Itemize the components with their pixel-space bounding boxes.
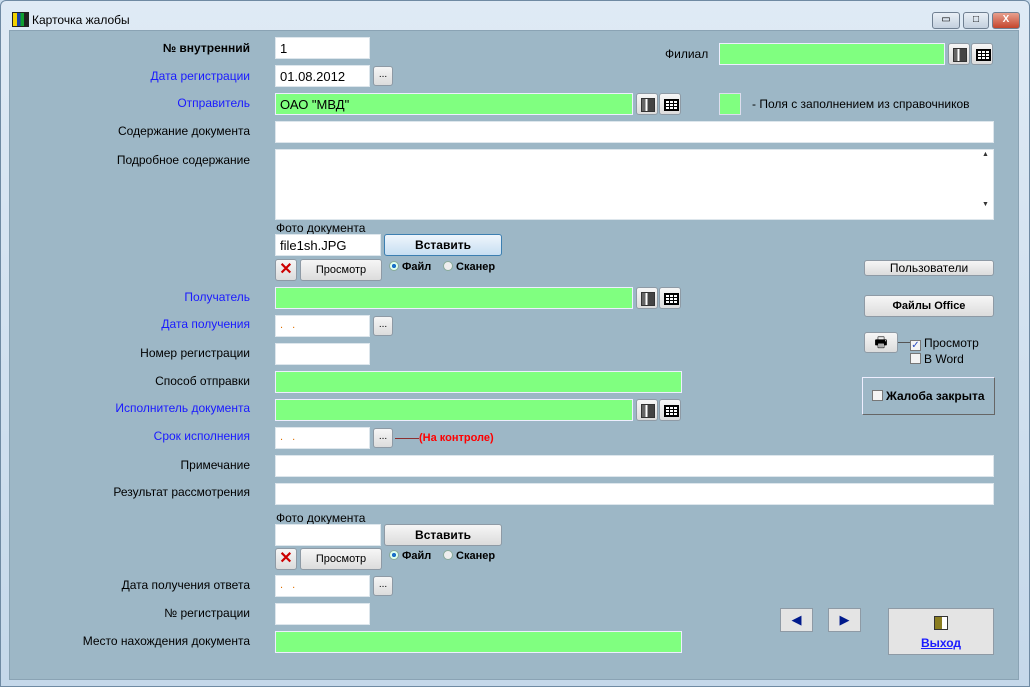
photo1-label: Фото документа xyxy=(276,221,366,235)
deadline-label[interactable]: Срок исполнения xyxy=(154,429,250,443)
branch-label: Филиал xyxy=(665,47,709,61)
office-files-button[interactable]: Файлы Office xyxy=(864,295,994,317)
preview-checkbox[interactable]: ✓ Просмотр xyxy=(910,336,979,351)
users-button[interactable]: Пользователи xyxy=(864,260,994,276)
note-label: Примечание xyxy=(180,458,250,472)
maximize-button[interactable]: □ xyxy=(963,12,989,29)
photo2-radio-file[interactable]: Файл xyxy=(389,550,431,562)
reg-date-label[interactable]: Дата регистрации xyxy=(151,69,250,83)
reg-date-picker-button[interactable]: ... xyxy=(373,66,393,86)
word-checkbox[interactable]: В Word xyxy=(910,352,964,366)
note-input[interactable] xyxy=(275,455,994,477)
deadline-picker-button[interactable]: ... xyxy=(373,428,393,448)
connector-line xyxy=(395,438,419,439)
complaint-closed-checkbox[interactable]: Жалоба закрыта xyxy=(862,377,995,415)
photo2-file-input[interactable] xyxy=(275,524,381,546)
content-label: Содержание документа xyxy=(118,124,250,138)
recv-date-input[interactable]: . . xyxy=(275,315,370,337)
answer-date-label: Дата получения ответа xyxy=(121,578,250,592)
result-label: Результат рассмотрения xyxy=(113,485,250,499)
content-input[interactable] xyxy=(275,121,994,143)
next-record-button[interactable]: ▶ xyxy=(828,608,861,632)
window-title: Карточка жалобы xyxy=(32,13,130,27)
recipient-input[interactable] xyxy=(275,287,633,309)
photo1-radio-scanner[interactable]: Сканер xyxy=(443,261,495,273)
photo1-insert-button[interactable]: Вставить xyxy=(384,234,502,256)
reg-number-label: Номер регистрации xyxy=(140,346,250,360)
branch-input[interactable] xyxy=(719,43,945,65)
exit-label: Выход xyxy=(920,636,962,650)
recipient-label[interactable]: Получатель xyxy=(184,290,250,304)
table-grid-icon[interactable] xyxy=(659,93,681,115)
send-method-input[interactable] xyxy=(275,371,682,393)
lookup-legend-text: - Поля с заполнением из справочников xyxy=(752,97,970,111)
photo1-delete-x-icon[interactable]: ✕ xyxy=(275,259,297,281)
print-printer-icon[interactable]: 🖶 xyxy=(864,332,898,353)
control-status: (На контроле) xyxy=(419,432,494,444)
directory-book-icon[interactable] xyxy=(636,93,658,115)
prev-record-button[interactable]: ◀ xyxy=(780,608,813,632)
app-books-icon xyxy=(12,12,29,27)
photo2-label: Фото документа xyxy=(276,511,366,525)
answer-date-picker-button[interactable]: ... xyxy=(373,576,393,596)
photo1-radio-file[interactable]: Файл xyxy=(389,261,431,273)
executor-label[interactable]: Исполнитель документа xyxy=(115,401,250,415)
details-scrollbar[interactable]: ▲ ▼ xyxy=(978,150,993,219)
exit-door-icon xyxy=(934,616,948,630)
photo1-file-input[interactable]: file1sh.JPG xyxy=(275,234,381,256)
details-label: Подробное содержание xyxy=(116,153,250,167)
directory-book-icon[interactable] xyxy=(636,399,658,421)
photo2-insert-button[interactable]: Вставить xyxy=(384,524,502,546)
connector-line xyxy=(898,342,910,343)
photo2-radio-scanner[interactable]: Сканер xyxy=(443,550,495,562)
internal-no-label: № внутренний xyxy=(162,41,250,55)
reg-no2-input[interactable] xyxy=(275,603,370,625)
table-grid-icon[interactable] xyxy=(659,287,681,309)
deadline-input[interactable]: . . xyxy=(275,427,370,449)
table-grid-icon[interactable] xyxy=(659,399,681,421)
executor-input[interactable] xyxy=(275,399,633,421)
details-textarea[interactable] xyxy=(275,149,994,220)
location-label: Место нахождения документа xyxy=(82,634,250,648)
exit-button[interactable]: Выход xyxy=(888,608,994,655)
sender-label[interactable]: Отправитель xyxy=(177,96,250,110)
minimize-button[interactable]: ▭ xyxy=(932,12,960,29)
reg-number-input[interactable] xyxy=(275,343,370,365)
location-input[interactable] xyxy=(275,631,682,653)
reg-no2-label: № регистрации xyxy=(164,606,250,620)
internal-no-input[interactable]: 1 xyxy=(275,37,370,59)
recv-date-label[interactable]: Дата получения xyxy=(161,317,250,331)
photo2-delete-x-icon[interactable]: ✕ xyxy=(275,548,297,570)
photo1-view-button[interactable]: Просмотр xyxy=(300,259,382,281)
answer-date-input[interactable]: . . xyxy=(275,575,370,597)
directory-book-icon[interactable] xyxy=(636,287,658,309)
photo2-view-button[interactable]: Просмотр xyxy=(300,548,382,570)
close-button[interactable]: X xyxy=(992,12,1020,29)
reg-date-input[interactable]: 01.08.2012 xyxy=(275,65,370,87)
form-body: № внутренний 1 Дата регистрации 01.08.20… xyxy=(9,30,1019,680)
send-method-label: Способ отправки xyxy=(155,374,250,388)
directory-book-icon[interactable] xyxy=(948,43,970,65)
recv-date-picker-button[interactable]: ... xyxy=(373,316,393,336)
arrow-right-icon: ▶ xyxy=(839,612,850,627)
table-grid-icon[interactable] xyxy=(971,43,993,65)
result-input[interactable] xyxy=(275,483,994,505)
lookup-color-swatch xyxy=(719,93,741,115)
arrow-left-icon: ◀ xyxy=(791,612,802,627)
sender-input[interactable]: ОАО "МВД" xyxy=(275,93,633,115)
